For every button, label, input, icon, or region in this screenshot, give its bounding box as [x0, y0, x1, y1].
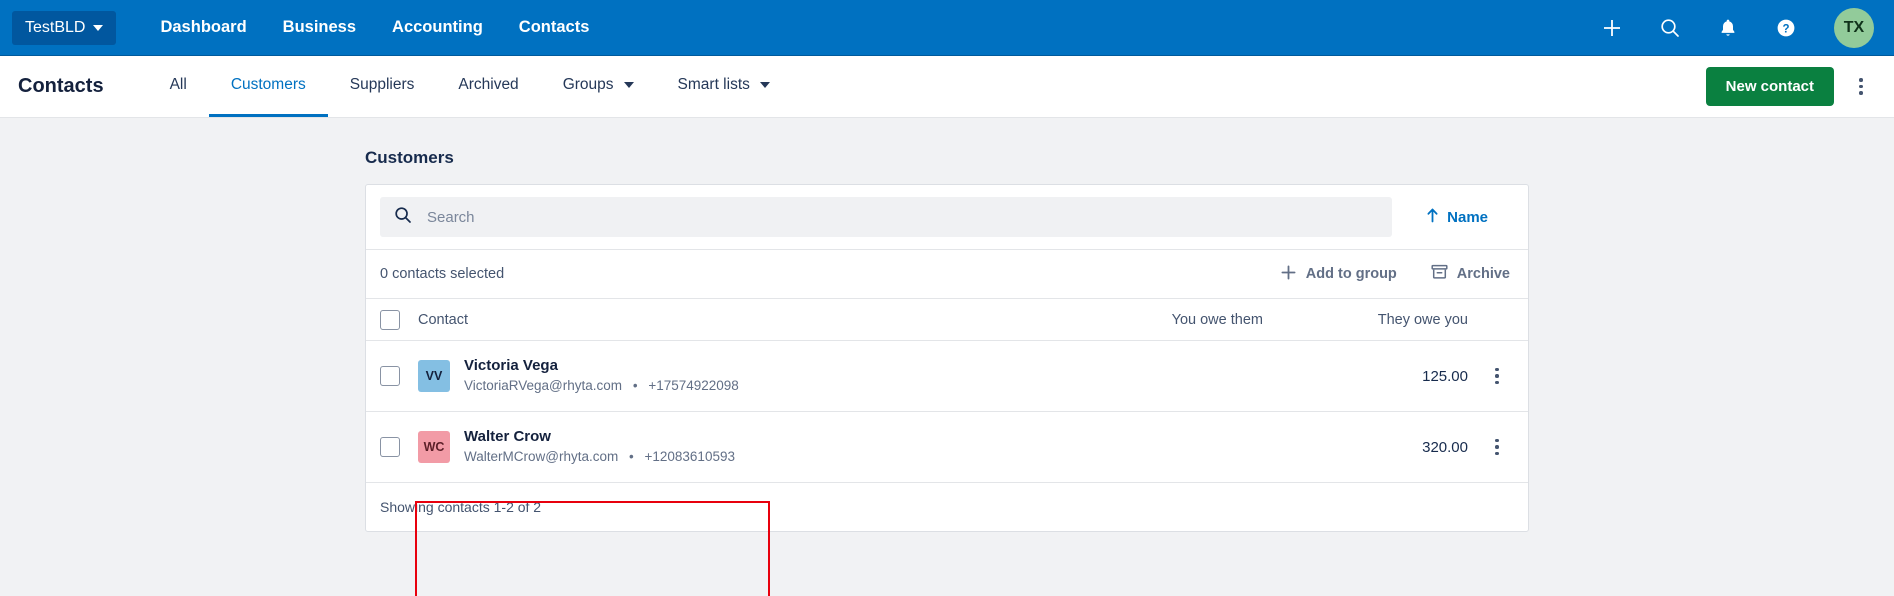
contact-email: VictoriaRVega@rhyta.com: [464, 378, 623, 393]
contact-tabs: All Customers Suppliers Archived Groups …: [148, 56, 792, 117]
tab-customers[interactable]: Customers: [208, 56, 328, 117]
table-row[interactable]: VV Victoria Vega VictoriaRVega@rhyta.com…: [366, 341, 1528, 412]
top-nav-actions: ? TX: [1598, 7, 1874, 48]
nav-link-business[interactable]: Business: [283, 18, 356, 37]
nav-link-accounting[interactable]: Accounting: [392, 18, 483, 37]
page-title: Contacts: [18, 75, 104, 97]
org-switcher-label: TestBLD: [25, 18, 86, 36]
row-menu-cell: [1468, 432, 1510, 462]
help-icon[interactable]: ?: [1772, 14, 1800, 42]
tab-smart-lists[interactable]: Smart lists: [656, 56, 792, 117]
tab-customers-label: Customers: [230, 76, 306, 93]
org-switcher-button[interactable]: TestBLD: [12, 10, 117, 45]
tab-all-label: All: [169, 76, 187, 93]
select-all-checkbox[interactable]: [380, 309, 400, 330]
bell-icon[interactable]: [1714, 14, 1742, 42]
meta-separator: •: [632, 378, 638, 393]
bulk-action-row: 0 contacts selected Add to group Archive: [366, 250, 1528, 299]
svg-text:?: ?: [1782, 23, 1789, 35]
meta-separator: •: [629, 449, 634, 464]
table-header-row: Contact You owe them They owe you: [366, 299, 1528, 341]
archive-box-icon: [1431, 264, 1448, 284]
sort-by-name-button[interactable]: Name: [1392, 208, 1514, 227]
contact-meta: WalterMCrow@rhyta.com • +12083610593: [464, 447, 735, 467]
contact-email: WalterMCrow@rhyta.com: [464, 449, 619, 464]
contact-phone: +17574922098: [648, 378, 739, 393]
archive-button[interactable]: Archive: [1431, 264, 1510, 284]
plus-icon: [1280, 264, 1297, 285]
tab-archived[interactable]: Archived: [436, 56, 540, 117]
tab-archived-label: Archived: [458, 76, 519, 93]
search-input[interactable]: [427, 208, 1379, 226]
main-content: Customers Name 0 conta: [0, 118, 1894, 596]
chevron-down-icon: [93, 24, 104, 31]
customers-card: Name 0 contacts selected Add to group: [365, 184, 1529, 532]
column-header-they-owe-you: They owe you: [1377, 311, 1468, 328]
bulk-actions: Add to group Archive: [1280, 264, 1510, 285]
table-row[interactable]: WC Walter Crow WalterMCrow@rhyta.com • +…: [366, 412, 1528, 483]
search-box[interactable]: [380, 197, 1393, 237]
tab-all[interactable]: All: [148, 56, 209, 117]
kebab-menu-icon[interactable]: [1484, 432, 1510, 462]
column-header-contact: Contact: [418, 311, 468, 328]
search-row: Name: [366, 185, 1528, 250]
tab-suppliers-label: Suppliers: [349, 76, 415, 93]
avatar: WC: [418, 431, 450, 463]
nav-link-contacts[interactable]: Contacts: [519, 18, 590, 37]
arrow-up-icon: [1426, 208, 1439, 227]
they-owe-you-value: 320.00: [1422, 438, 1468, 456]
contact-name: Victoria Vega: [464, 356, 558, 374]
plus-icon[interactable]: [1598, 14, 1626, 42]
tab-groups[interactable]: Groups: [541, 56, 656, 117]
row-checkbox[interactable]: [380, 437, 400, 457]
row-checkbox[interactable]: [380, 366, 400, 386]
avatar: VV: [418, 360, 450, 392]
contact-meta: VictoriaRVega@rhyta.com • +17574922098: [464, 376, 739, 396]
content-container: Customers Name 0 conta: [365, 148, 1529, 532]
kebab-menu-icon[interactable]: [1484, 361, 1510, 391]
contact-details: Victoria Vega VictoriaRVega@rhyta.com • …: [464, 356, 739, 397]
column-header-you-owe-them: You owe them: [1171, 311, 1263, 328]
search-icon: [394, 206, 412, 229]
contact-name: Walter Crow: [464, 427, 551, 445]
chevron-down-icon: [759, 82, 770, 88]
tab-groups-label: Groups: [562, 76, 614, 93]
subnav-actions: New contact: [1705, 56, 1874, 117]
contact-details: Walter Crow WalterMCrow@rhyta.com • +120…: [464, 427, 735, 468]
table-footer: Showing contacts 1-2 of 2: [380, 499, 542, 515]
contact-phone: +12083610593: [644, 449, 735, 464]
row-menu-cell: [1468, 361, 1510, 391]
nav-link-dashboard[interactable]: Dashboard: [160, 18, 246, 37]
they-owe-you-value: 125.00: [1422, 367, 1468, 385]
chevron-down-icon: [623, 82, 634, 88]
search-icon[interactable]: [1656, 14, 1684, 42]
selected-count-label: 0 contacts selected: [380, 266, 505, 282]
kebab-menu-icon[interactable]: [1848, 72, 1874, 102]
user-avatar[interactable]: TX: [1834, 7, 1874, 48]
archive-label: Archive: [1456, 266, 1510, 282]
new-contact-button[interactable]: New contact: [1705, 67, 1834, 106]
secondary-navigation-bar: Contacts All Customers Suppliers Archive…: [0, 56, 1894, 118]
sort-label: Name: [1447, 208, 1488, 226]
add-to-group-button[interactable]: Add to group: [1280, 264, 1397, 285]
top-navigation-bar: TestBLD Dashboard Business Accounting Co…: [0, 0, 1894, 56]
primary-nav-links: Dashboard Business Accounting Contacts: [160, 18, 589, 37]
contact-cell[interactable]: WC Walter Crow WalterMCrow@rhyta.com • +…: [400, 427, 1073, 468]
section-heading: Customers: [365, 148, 454, 167]
tab-suppliers[interactable]: Suppliers: [328, 56, 437, 117]
contact-cell[interactable]: VV Victoria Vega VictoriaRVega@rhyta.com…: [400, 356, 1073, 397]
add-to-group-label: Add to group: [1305, 266, 1397, 282]
tab-smart-lists-label: Smart lists: [677, 76, 750, 93]
